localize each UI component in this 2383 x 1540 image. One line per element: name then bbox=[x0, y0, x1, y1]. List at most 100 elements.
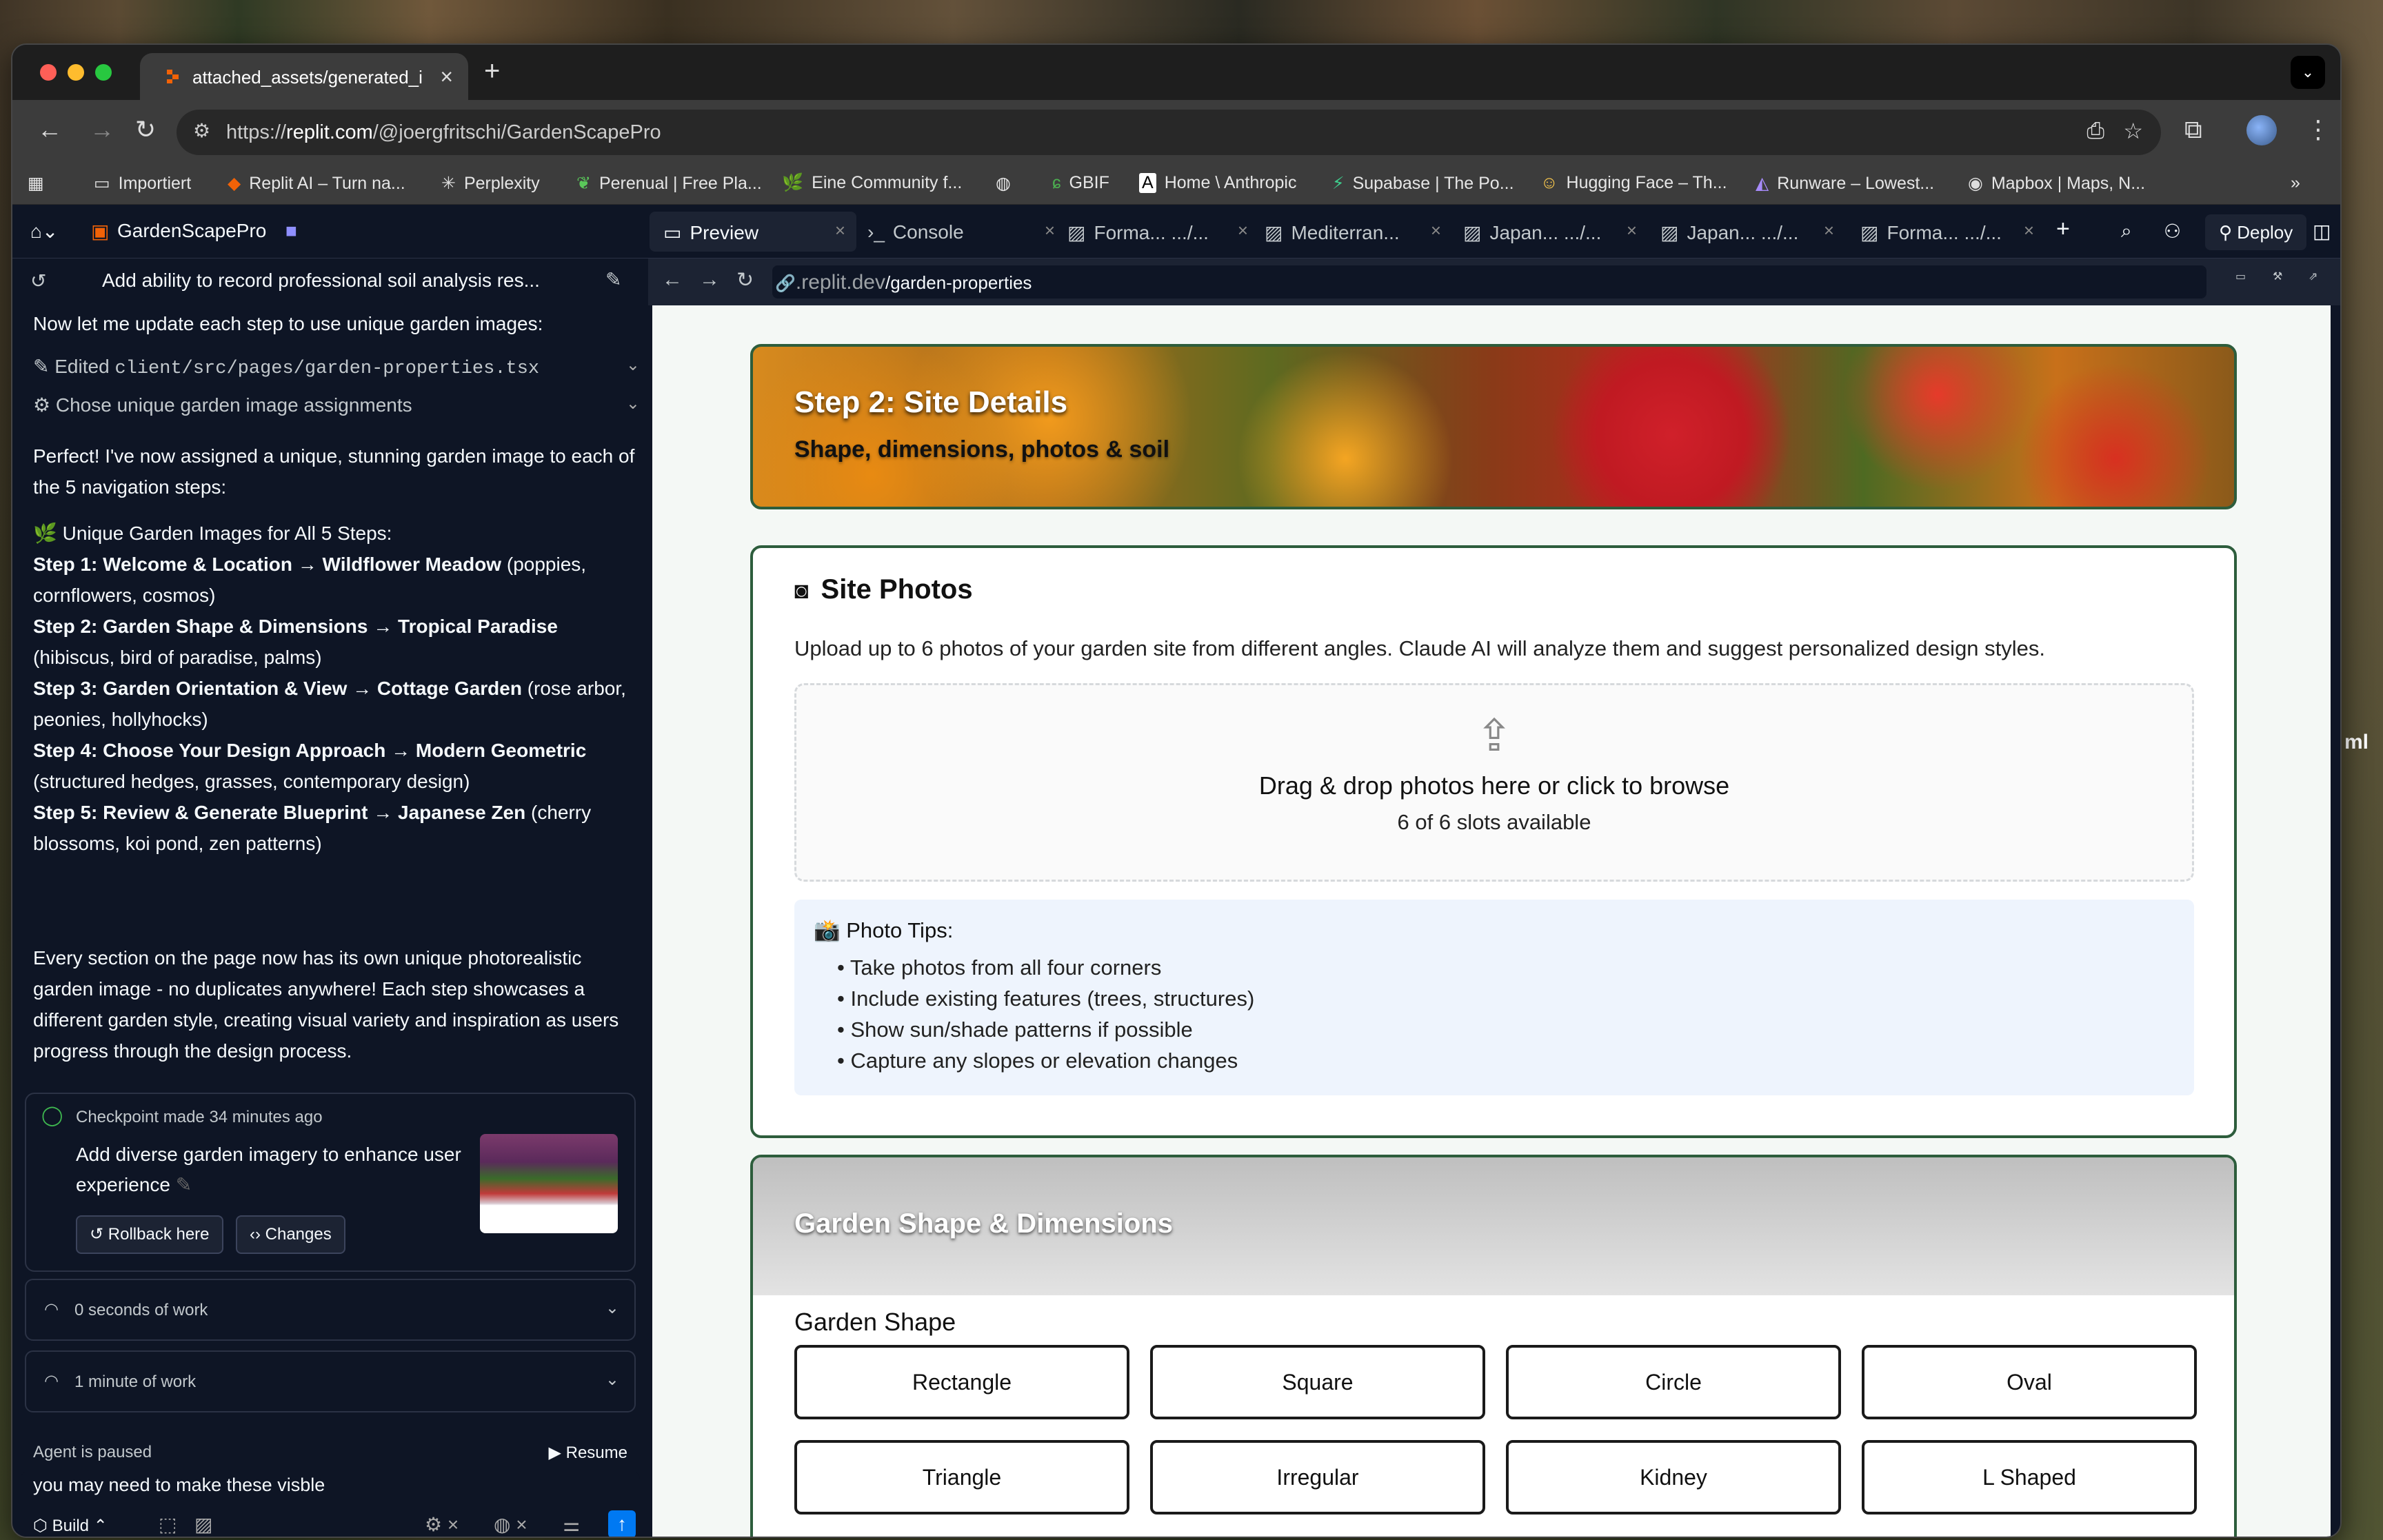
tab-image-mediterranean[interactable]: ▨ Mediterran... × bbox=[1265, 212, 1441, 252]
chevron-down-icon[interactable]: ⌄ bbox=[626, 394, 640, 414]
close-tab-icon[interactable]: × bbox=[2024, 220, 2034, 241]
work-row-1[interactable]: ◠ 0 seconds of work ⌄ bbox=[25, 1279, 636, 1341]
bookmark-perplexity[interactable]: ✳ Perplexity bbox=[441, 173, 540, 194]
close-tab-icon[interactable]: × bbox=[440, 64, 453, 90]
minimize-window-button[interactable] bbox=[68, 64, 84, 81]
close-tab-icon[interactable]: × bbox=[1238, 220, 1248, 241]
bookmark-perenual[interactable]: ❦ Perenual | Free Pla... bbox=[576, 173, 762, 194]
reload-icon[interactable]: ↻ bbox=[135, 115, 156, 144]
shape-kidney-button[interactable]: Kidney bbox=[1506, 1440, 1841, 1514]
send-button[interactable]: ↑ bbox=[608, 1510, 636, 1537]
bookmark-star-icon[interactable]: ☆ bbox=[2123, 118, 2143, 144]
site-info-icon[interactable]: ⚙ bbox=[193, 119, 210, 142]
close-window-button[interactable] bbox=[40, 64, 57, 81]
devices-icon[interactable]: ▭ bbox=[2235, 270, 2246, 283]
shape-irregular-button[interactable]: Irregular bbox=[1150, 1440, 1485, 1514]
settings-icon[interactable]: ⚙ × bbox=[425, 1513, 459, 1536]
thread-title[interactable]: Add ability to record professional soil … bbox=[102, 270, 540, 292]
new-tab-icon[interactable]: + bbox=[484, 56, 500, 87]
tab-console[interactable]: ›_ Console × bbox=[867, 212, 1055, 252]
tab-image-formal-2[interactable]: ▨ Forma... .../... × bbox=[1860, 212, 2034, 252]
deploy-button[interactable]: ⚲ Deploy bbox=[2205, 214, 2307, 250]
address-url: https://replit.com/@joergfritschi/Garden… bbox=[226, 121, 661, 143]
install-app-icon[interactable]: ⎙ bbox=[2087, 118, 2104, 144]
screenshot-icon[interactable]: ⬚ bbox=[159, 1513, 177, 1536]
profile-avatar[interactable] bbox=[2246, 115, 2277, 145]
resume-button[interactable]: ▶ Resume bbox=[549, 1443, 628, 1463]
tab-search-icon[interactable]: ⌄ bbox=[2291, 56, 2325, 89]
close-tab-icon[interactable]: × bbox=[1627, 220, 1637, 241]
checkpoint-description: Add diverse garden imagery to enhance us… bbox=[76, 1144, 461, 1195]
shape-triangle-button[interactable]: Triangle bbox=[794, 1440, 1129, 1514]
decision-row[interactable]: ⚙ Chose unique garden image assignments … bbox=[33, 394, 640, 416]
preview-back-icon[interactable]: ← bbox=[662, 268, 683, 292]
work-label: 0 seconds of work bbox=[74, 1301, 208, 1319]
search-icon[interactable]: ⌕ bbox=[2121, 220, 2132, 243]
back-icon[interactable]: ← bbox=[37, 115, 62, 144]
bookmark-replit[interactable]: ◆ Replit AI – Turn na... bbox=[228, 173, 405, 194]
pencil-icon[interactable]: ✎ bbox=[176, 1174, 192, 1195]
bookmark-mapbox[interactable]: ◉ Mapbox | Maps, N... bbox=[1968, 173, 2145, 194]
close-tab-icon[interactable]: × bbox=[1431, 220, 1441, 241]
options-icon[interactable]: ⚌ bbox=[563, 1513, 580, 1536]
maximize-window-button[interactable] bbox=[95, 64, 112, 81]
close-tab-icon[interactable]: × bbox=[1824, 220, 1834, 241]
garden-shape-label: Garden Shape bbox=[794, 1308, 956, 1336]
preview-url-bar[interactable]: 🔗.replit.dev/garden-properties bbox=[772, 265, 2206, 298]
chat-input[interactable]: you may need to make these visble bbox=[33, 1475, 325, 1496]
work-row-2[interactable]: ◠ 1 minute of work ⌄ bbox=[25, 1350, 636, 1412]
open-new-window-icon[interactable]: ⇗ bbox=[2309, 270, 2317, 283]
globe-bookmark-icon[interactable]: ◍ bbox=[996, 173, 1011, 194]
address-bar[interactable]: ⚙ https://replit.com/@joergfritschi/Gard… bbox=[177, 110, 2161, 155]
changes-button[interactable]: ‹› Changes bbox=[236, 1215, 345, 1254]
toggle-panel-icon[interactable]: ◫ bbox=[2313, 220, 2331, 243]
browser-menu-icon[interactable]: ⋮ bbox=[2306, 115, 2331, 144]
bookmark-runware[interactable]: ◭ Runware – Lowest... bbox=[1756, 173, 1934, 194]
rollback-button[interactable]: ↺ Rollback here bbox=[76, 1215, 223, 1254]
more-bookmarks-icon[interactable]: » bbox=[2291, 173, 2300, 193]
shape-square-button[interactable]: Square bbox=[1150, 1345, 1485, 1419]
tab-preview[interactable]: ▭ Preview × bbox=[650, 212, 856, 252]
edited-file-path: client/src/pages/garden-properties.tsx bbox=[114, 358, 540, 379]
tab-image-japan-1[interactable]: ▨ Japan... .../... × bbox=[1463, 212, 1637, 252]
tab-image-formal-1[interactable]: ▨ Forma... .../... × bbox=[1067, 212, 1248, 252]
add-tab-icon[interactable]: + bbox=[2056, 216, 2070, 243]
new-chat-icon[interactable]: ✎ bbox=[605, 268, 621, 291]
edited-file-row[interactable]: ✎ Edited client/src/pages/garden-propert… bbox=[33, 355, 640, 379]
bookmark-anthropic[interactable]: A Home \ Anthropic bbox=[1139, 173, 1296, 193]
dropzone-label: Drag & drop photos here or click to brow… bbox=[1258, 771, 1730, 800]
devtools-icon[interactable]: ⚒ bbox=[2273, 270, 2282, 283]
browser-tab[interactable]: attached_assets/generated_i × bbox=[140, 53, 468, 100]
bookmark-community[interactable]: 🌿 Eine Community f... bbox=[782, 173, 962, 193]
build-mode-button[interactable]: ⬡ Build ⌃ bbox=[33, 1516, 108, 1536]
chevron-down-icon[interactable]: ⌄ bbox=[605, 1370, 619, 1390]
close-console-tab-icon[interactable]: × bbox=[1045, 220, 1055, 241]
bookmark-supabase[interactable]: ⚡ Supabase | The Po... bbox=[1332, 173, 1514, 194]
apps-icon[interactable]: ▦ bbox=[28, 173, 44, 194]
checkpoint-thumbnail[interactable] bbox=[480, 1134, 618, 1233]
bookmark-gbif[interactable]: ɕ GBIF bbox=[1052, 173, 1109, 193]
invite-user-icon[interactable]: ⚇ bbox=[2164, 220, 2181, 243]
project-name[interactable]: GardenScapePro bbox=[117, 220, 266, 242]
shape-circle-button[interactable]: Circle bbox=[1506, 1345, 1841, 1419]
tab-image-japan-2[interactable]: ▨ Japan... .../... × bbox=[1660, 212, 1834, 252]
shape-rectangle-button[interactable]: Rectangle bbox=[794, 1345, 1129, 1419]
shape-oval-button[interactable]: Oval bbox=[1862, 1345, 2197, 1419]
chevron-down-icon[interactable]: ⌄ bbox=[605, 1298, 619, 1318]
shape-l-shaped-button[interactable]: L Shaped bbox=[1862, 1440, 2197, 1514]
forward-icon[interactable]: → bbox=[90, 115, 114, 144]
photo-dropzone[interactable]: ⇪ Drag & drop photos here or click to br… bbox=[794, 683, 2194, 882]
preview-reload-icon[interactable]: ↻ bbox=[736, 268, 754, 292]
history-icon[interactable]: ↺ bbox=[30, 270, 46, 292]
chevron-down-icon[interactable]: ⌄ bbox=[626, 355, 640, 375]
image-upload-icon[interactable]: ▨ bbox=[194, 1513, 212, 1536]
replit-logo-icon[interactable]: ⌂⌄ bbox=[30, 220, 58, 243]
image-icon: ▨ bbox=[1067, 222, 1086, 243]
bookmark-huggingface[interactable]: ☺ Hugging Face – Th... bbox=[1540, 173, 1727, 193]
extensions-icon[interactable]: ⧉ bbox=[2184, 115, 2202, 145]
bookmark-importiert[interactable]: ▭ Importiert bbox=[94, 173, 191, 194]
web-icon[interactable]: ◍ × bbox=[494, 1513, 527, 1536]
close-preview-tab-icon[interactable]: × bbox=[835, 220, 845, 241]
agent-status: Agent is paused bbox=[33, 1443, 152, 1461]
preview-forward-icon[interactable]: → bbox=[699, 268, 720, 292]
